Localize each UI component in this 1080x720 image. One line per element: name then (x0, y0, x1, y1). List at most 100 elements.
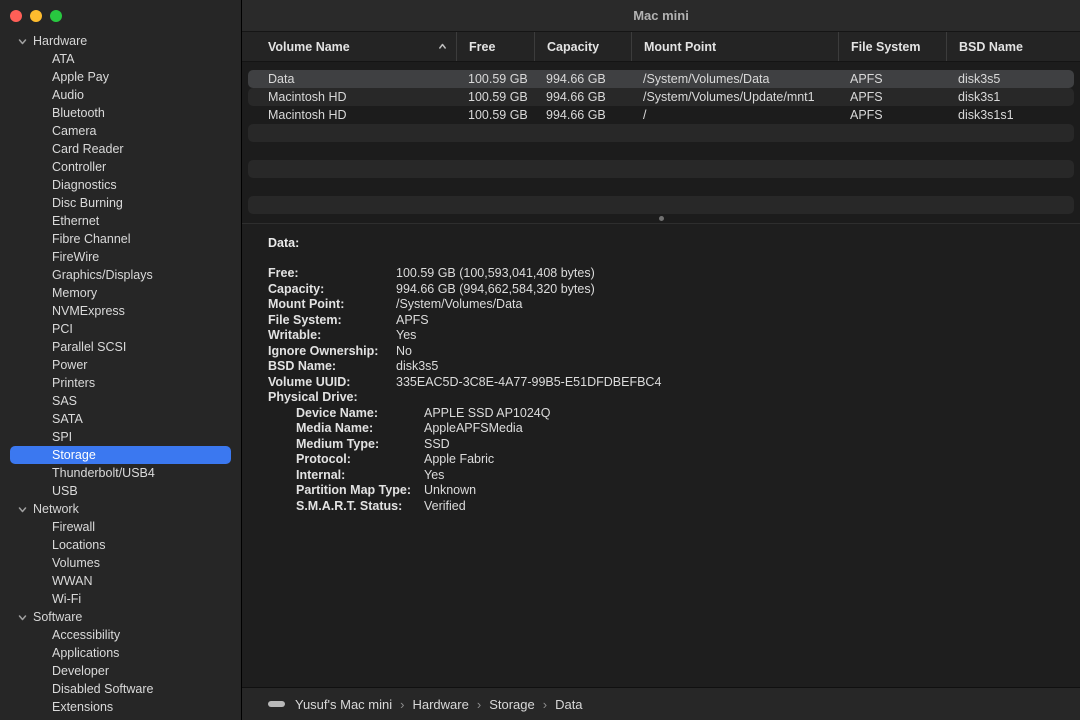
sidebar-item-sas[interactable]: SAS (10, 392, 231, 410)
detail-field-value: Yes (396, 328, 416, 344)
detail-field-value: 994.66 GB (994,662,584,320 bytes) (396, 282, 595, 298)
detail-field-label: File System: (268, 313, 396, 329)
sidebar-item-disc-burning[interactable]: Disc Burning (10, 194, 231, 212)
volume-cell: /System/Volumes/Data (631, 70, 838, 88)
volume-row-empty (248, 124, 1074, 142)
minimize-button[interactable] (30, 10, 42, 22)
sidebar-item-apple-pay[interactable]: Apple Pay (10, 68, 231, 86)
column-header-label: BSD Name (959, 40, 1023, 54)
sidebar-item-wi-fi[interactable]: Wi-Fi (10, 590, 231, 608)
detail-field-media-name: Media Name:AppleAPFSMedia (268, 421, 1080, 437)
sidebar-item-wwan[interactable]: WWAN (10, 572, 231, 590)
sidebar-item-ethernet[interactable]: Ethernet (10, 212, 231, 230)
column-header-mount-point[interactable]: Mount Point (631, 32, 838, 61)
volume-cell: disk3s1 (946, 88, 1074, 106)
sidebar-item-printers[interactable]: Printers (10, 374, 231, 392)
sidebar-section-network[interactable]: Network (0, 500, 241, 518)
detail-field-label: Internal: (296, 468, 424, 484)
breadcrumb-item-yusuf-s-mac-mini[interactable]: Yusuf's Mac mini (295, 697, 392, 712)
sidebar-item-ata[interactable]: ATA (10, 50, 231, 68)
column-header-bsd-name[interactable]: BSD Name (946, 32, 1080, 61)
sidebar-item-nvmexpress[interactable]: NVMExpress (10, 302, 231, 320)
titlebar: Mac mini (242, 0, 1080, 32)
detail-field-value: APPLE SSD AP1024Q (424, 406, 550, 422)
breadcrumb-separator: › (543, 697, 547, 712)
close-button[interactable] (10, 10, 22, 22)
sidebar-item-parallel-scsi[interactable]: Parallel SCSI (10, 338, 231, 356)
breadcrumb-item-storage[interactable]: Storage (489, 697, 535, 712)
breadcrumb-bar: Yusuf's Mac mini›Hardware›Storage›Data (242, 687, 1080, 720)
system-information-window: Hardware ATAApple PayAudioBluetoothCamera… (0, 0, 1080, 720)
sidebar-item-graphics-displays[interactable]: Graphics/Displays (10, 266, 231, 284)
sidebar-item-controller[interactable]: Controller (10, 158, 231, 176)
sidebar-item-storage[interactable]: Storage (10, 446, 231, 464)
breadcrumb-item-hardware[interactable]: Hardware (412, 697, 468, 712)
detail-field-file-system: File System:APFS (268, 313, 1080, 329)
column-header-volume-name[interactable]: Volume Name (242, 32, 456, 61)
detail-field-label: Writable: (268, 328, 396, 344)
volume-row-empty (248, 160, 1074, 178)
volume-cell: 100.59 GB (456, 88, 534, 106)
sidebar-item-locations[interactable]: Locations (10, 536, 231, 554)
detail-field-partition-map-type: Partition Map Type:Unknown (268, 483, 1080, 499)
sidebar-item-card-reader[interactable]: Card Reader (10, 140, 231, 158)
column-header-label: Capacity (547, 40, 599, 54)
sidebar-item-sata[interactable]: SATA (10, 410, 231, 428)
breadcrumb-item-data[interactable]: Data (555, 697, 582, 712)
sidebar-item-disabled-software[interactable]: Disabled Software (10, 680, 231, 698)
sidebar-item-spi[interactable]: SPI (10, 428, 231, 446)
sidebar-item-thunderbolt-usb4[interactable]: Thunderbolt/USB4 (10, 464, 231, 482)
pane-splitter[interactable] (242, 214, 1080, 224)
sidebar-item-usb[interactable]: USB (10, 482, 231, 500)
sidebar-item-firewire[interactable]: FireWire (10, 248, 231, 266)
sidebar-item-fibre-channel[interactable]: Fibre Channel (10, 230, 231, 248)
column-header-free[interactable]: Free (456, 32, 534, 61)
sidebar-item-pci[interactable]: PCI (10, 320, 231, 338)
volume-row-disk3s1[interactable]: Macintosh HD100.59 GB994.66 GB/System/Vo… (248, 88, 1074, 106)
splitter-handle-icon (659, 216, 664, 221)
sidebar-item-camera[interactable]: Camera (10, 122, 231, 140)
detail-field-value: Verified (424, 499, 466, 515)
volumes-table: Data100.59 GB994.66 GB/System/Volumes/Da… (242, 62, 1080, 214)
detail-field-label: Volume UUID: (268, 375, 396, 391)
detail-field-value: 100.59 GB (100,593,041,408 bytes) (396, 266, 595, 282)
sidebar-item-power[interactable]: Power (10, 356, 231, 374)
sidebar-item-bluetooth[interactable]: Bluetooth (10, 104, 231, 122)
detail-title: Data: (268, 236, 1080, 250)
column-header-capacity[interactable]: Capacity (534, 32, 631, 61)
sidebar-section-label: Hardware (33, 34, 87, 48)
detail-field-value: 335EAC5D-3C8E-4A77-99B5-E51DFDBEFBC4 (396, 375, 661, 391)
detail-field-label: BSD Name: (268, 359, 396, 375)
sidebar-item-firewall[interactable]: Firewall (10, 518, 231, 536)
detail-field-value: No (396, 344, 412, 360)
sidebar-item-developer[interactable]: Developer (10, 662, 231, 680)
sidebar-item-accessibility[interactable]: Accessibility (10, 626, 231, 644)
column-header-label: Mount Point (644, 40, 716, 54)
volume-cell: Data (248, 70, 456, 88)
detail-field-medium-type: Medium Type:SSD (268, 437, 1080, 453)
volume-row-disk3s1s1[interactable]: Macintosh HD100.59 GB994.66 GB/APFSdisk3… (248, 106, 1074, 124)
chevron-down-icon (17, 36, 28, 47)
detail-field-free: Free:100.59 GB (100,593,041,408 bytes) (268, 266, 1080, 282)
sidebar-item-applications[interactable]: Applications (10, 644, 231, 662)
sidebar-item-memory[interactable]: Memory (10, 284, 231, 302)
detail-field-ignore-ownership: Ignore Ownership:No (268, 344, 1080, 360)
sidebar-section-software[interactable]: Software (0, 608, 241, 626)
volume-row-disk3s5[interactable]: Data100.59 GB994.66 GB/System/Volumes/Da… (248, 70, 1074, 88)
detail-field-label: Ignore Ownership: (268, 344, 396, 360)
detail-field-label: S.M.A.R.T. Status: (296, 499, 424, 515)
volume-cell: Macintosh HD (248, 106, 456, 124)
zoom-button[interactable] (50, 10, 62, 22)
detail-field-bsd-name: BSD Name:disk3s5 (268, 359, 1080, 375)
window-controls (0, 0, 241, 27)
detail-field-writable: Writable:Yes (268, 328, 1080, 344)
sidebar-item-volumes[interactable]: Volumes (10, 554, 231, 572)
sidebar-item-extensions[interactable]: Extensions (10, 698, 231, 716)
sidebar-item-diagnostics[interactable]: Diagnostics (10, 176, 231, 194)
sidebar-section-hardware[interactable]: Hardware (0, 32, 241, 50)
sidebar-item-audio[interactable]: Audio (10, 86, 231, 104)
detail-field-label: Free: (268, 266, 396, 282)
detail-field-value: Yes (424, 468, 444, 484)
column-header-file-system[interactable]: File System (838, 32, 946, 61)
mac-mini-icon (268, 701, 285, 707)
